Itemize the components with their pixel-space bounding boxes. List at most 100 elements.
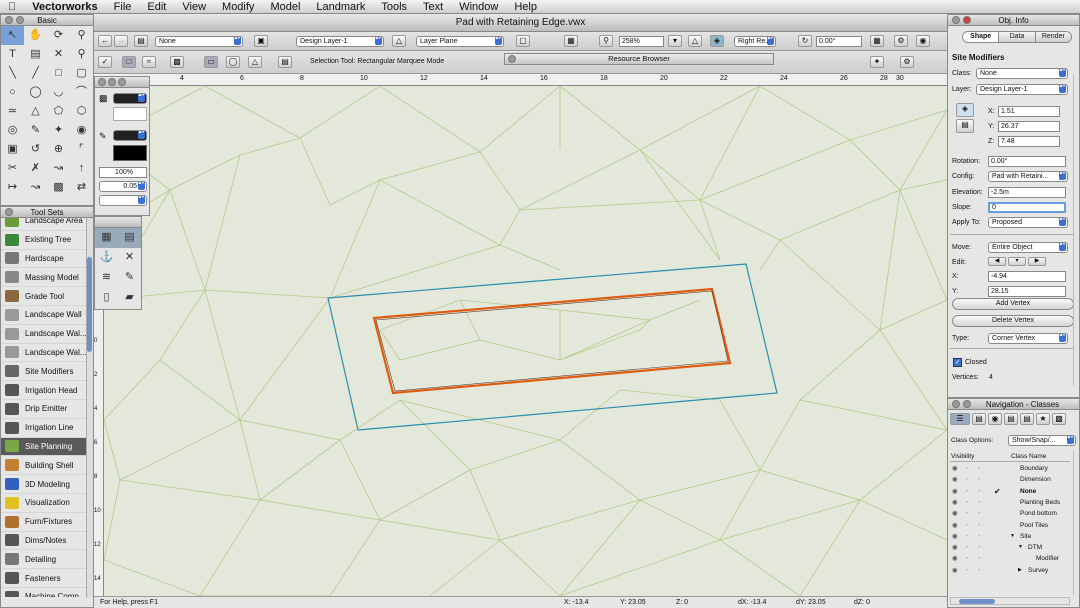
top-view-icon[interactable]: ◈: [956, 103, 974, 117]
col-visibility[interactable]: Visibility: [951, 452, 974, 462]
minimize-icon[interactable]: [963, 400, 971, 408]
pad-tool-icon[interactable]: ▯: [95, 288, 118, 308]
zoom-field[interactable]: 258%: [619, 36, 664, 47]
projection-icon[interactable]: ◈: [710, 35, 724, 47]
tool-set-item[interactable]: Visualization: [1, 494, 93, 513]
marquee-mode-icon[interactable]: □: [122, 56, 136, 68]
split-tool-icon[interactable]: ✗: [24, 159, 47, 178]
oval-tool-icon[interactable]: ◯: [24, 83, 47, 102]
eye-icon[interactable]: ◉: [952, 520, 958, 531]
tool-set-item[interactable]: Dims/Notes: [1, 532, 93, 551]
disclosure-open-icon[interactable]: ▼: [1010, 531, 1015, 542]
zoom-menu-icon[interactable]: ▾: [668, 35, 682, 47]
drawing-area[interactable]: [104, 86, 947, 596]
rect-marquee-icon[interactable]: ▭: [204, 56, 218, 68]
tool-set-item[interactable]: Hardscape: [1, 250, 93, 269]
render-mode-icon[interactable]: △: [688, 35, 702, 47]
close-icon[interactable]: [5, 208, 13, 216]
minimize-icon[interactable]: [963, 16, 971, 24]
tool-set-item[interactable]: Landscape Wal...: [1, 325, 93, 344]
nav-class-row[interactable]: ◉ • • Pond bottom: [950, 508, 1076, 519]
elevation-field[interactable]: -2.5m: [988, 187, 1066, 198]
nav-class-row[interactable]: ◉ • • Modifier: [950, 553, 1076, 564]
nav-class-row[interactable]: ◉ • • ▼ DTM: [950, 542, 1076, 553]
classes-tab-icon[interactable]: ☰: [950, 413, 970, 425]
visibility-dot-icon[interactable]: •: [966, 474, 968, 485]
line-tool-icon[interactable]: ╲: [1, 64, 24, 83]
visibility-dot-icon[interactable]: •: [966, 520, 968, 531]
col-class-name[interactable]: Class Name: [1011, 452, 1046, 462]
layers-tab-icon[interactable]: ▤: [972, 413, 986, 425]
move-tool-icon[interactable]: ⇄: [70, 178, 93, 197]
disclosure-open-icon[interactable]: ▼: [1018, 542, 1023, 553]
zoom-window-icon[interactable]: [118, 78, 126, 86]
config-select[interactable]: Pad with Retaini...: [988, 171, 1068, 182]
spiral-tool-icon[interactable]: ◎: [1, 121, 24, 140]
close-icon[interactable]: [952, 16, 960, 24]
settings-icon[interactable]: ⚙: [900, 56, 914, 68]
visibility-dot-icon[interactable]: •: [966, 463, 968, 474]
fill-color-swatch[interactable]: [113, 107, 147, 121]
menu-view[interactable]: View: [174, 1, 214, 13]
dimension-tool-icon[interactable]: ↦: [1, 178, 24, 197]
regular-polygon-tool-icon[interactable]: ⬡: [70, 102, 93, 121]
tool-set-item[interactable]: Grade Tool: [1, 287, 93, 306]
lasso-mode-icon[interactable]: ≈: [142, 56, 156, 68]
visibility-dot-icon[interactable]: •: [978, 486, 980, 497]
menu-app[interactable]: Vectorworks: [24, 1, 105, 13]
eye-icon[interactable]: ◉: [952, 565, 958, 576]
visibility-dot-icon[interactable]: •: [978, 520, 980, 531]
active-class-select[interactable]: None: [155, 36, 243, 47]
z-field[interactable]: 7.48: [998, 136, 1060, 147]
next-vertex-icon[interactable]: ▶: [1028, 257, 1046, 266]
minimize-icon[interactable]: [108, 78, 116, 86]
eye-icon[interactable]: ◉: [952, 497, 958, 508]
class-options-select[interactable]: Show/Snap/...: [1008, 435, 1076, 446]
modifier-tool-icon[interactable]: ▰: [118, 288, 141, 308]
tab-render[interactable]: Render: [1034, 32, 1071, 42]
delete-vertex-button[interactable]: Delete Vertex: [952, 315, 1074, 327]
visibility-dot-icon[interactable]: •: [978, 463, 980, 474]
menu-modify[interactable]: Modify: [214, 1, 262, 13]
pen-color-swatch[interactable]: [113, 145, 147, 161]
vertex-type-select[interactable]: Corner Vertex: [988, 333, 1068, 344]
menu-text[interactable]: Text: [415, 1, 451, 13]
oval-marquee-icon[interactable]: ◯: [226, 56, 240, 68]
tool-set-item[interactable]: Irrigation Head: [1, 381, 93, 400]
resource-browser[interactable]: Resource Browser: [504, 53, 774, 65]
tool-set-item[interactable]: Machine Comp...: [1, 588, 93, 597]
nav-vertical-scrollbar[interactable]: [1073, 451, 1079, 595]
tab-shape[interactable]: Shape: [963, 32, 999, 42]
double-line-tool-icon[interactable]: ╱: [24, 64, 47, 83]
reshape-mode-icon[interactable]: ✓: [98, 56, 112, 68]
slope-field[interactable]: 0: [988, 202, 1066, 213]
menu-tools[interactable]: Tools: [373, 1, 415, 13]
constraint-tool-icon[interactable]: ↝: [24, 178, 47, 197]
transform-mode-icon[interactable]: ▩: [170, 56, 184, 68]
apply-to-select[interactable]: Proposed: [988, 217, 1068, 228]
move-select[interactable]: Entire Object: [988, 242, 1068, 253]
visibility-dot-icon[interactable]: •: [966, 508, 968, 519]
gear-icon[interactable]: ⚙: [894, 35, 908, 47]
menu-model[interactable]: Model: [262, 1, 308, 13]
tool-set-item[interactable]: Irrigation Line: [1, 419, 93, 438]
menu-file[interactable]: File: [106, 1, 140, 13]
eyedropper-tool-icon[interactable]: ✎: [24, 121, 47, 140]
fill-style-select[interactable]: [113, 93, 147, 104]
x-field[interactable]: 1.51: [998, 106, 1060, 117]
views-tab-icon[interactable]: ◉: [988, 413, 1002, 425]
visibility-dot-icon[interactable]: •: [966, 486, 968, 497]
minimize-icon[interactable]: [16, 16, 24, 24]
layer-options-icon[interactable]: ▦: [870, 35, 884, 47]
active-layer-select[interactable]: Design Layer-1: [296, 36, 384, 47]
visibility-dot-icon[interactable]: •: [966, 553, 968, 564]
callout-tool-icon[interactable]: ▤: [24, 45, 47, 64]
eye-icon[interactable]: ◉: [952, 486, 958, 497]
nav-horizontal-scrollbar[interactable]: [950, 597, 1070, 605]
zoom-icon[interactable]: ⚲: [599, 35, 613, 47]
front-view-icon[interactable]: ▤: [956, 119, 974, 133]
quarter-arc-tool-icon[interactable]: ⌒: [70, 83, 93, 102]
visibility-tool-icon[interactable]: ◉: [70, 121, 93, 140]
arc-tool-icon[interactable]: ◡: [47, 83, 70, 102]
eye-icon[interactable]: ◉: [952, 531, 958, 542]
